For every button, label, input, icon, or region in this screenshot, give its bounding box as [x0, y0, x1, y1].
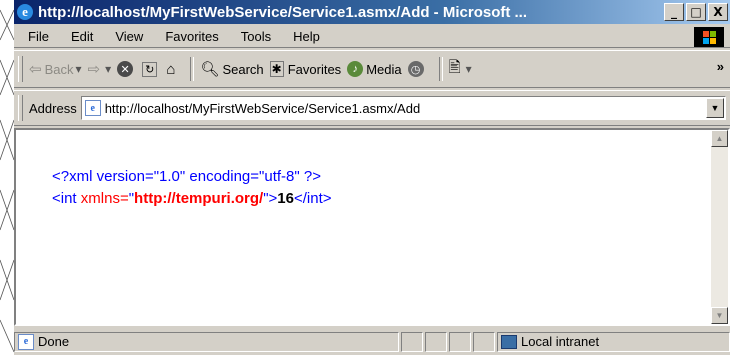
windows-logo-icon: [694, 27, 724, 47]
mail-button[interactable]: 🖹︎ ▾: [449, 57, 472, 82]
toolbar-separator: [190, 57, 195, 81]
status-panel-privacy: [449, 331, 471, 352]
toolbar-overflow-button[interactable]: »: [717, 59, 724, 74]
window-title: http://localhost/MyFirstWebService/Servi…: [38, 3, 528, 21]
forward-button[interactable]: ⇨ ▾: [88, 60, 112, 78]
refresh-button[interactable]: ↻: [142, 61, 160, 77]
status-zone: Local intranet: [521, 334, 600, 349]
toolbar-grip[interactable]: [18, 56, 23, 82]
status-zone-panel: Local intranet: [497, 331, 730, 352]
page-icon: e: [18, 333, 34, 350]
caption-buttons: _ □ X: [664, 3, 728, 21]
vertical-scrollbar[interactable]: ▲ ▼: [711, 130, 728, 324]
status-panel-extra: [473, 331, 495, 352]
address-bar: Address e http://localhost/MyFirstWebSer…: [14, 90, 730, 126]
history-icon: ◷: [407, 61, 424, 77]
mail-icon: 🖹︎: [448, 58, 461, 76]
media-button[interactable]: ♪ Media: [347, 61, 402, 77]
xml-attr-value: http://tempuri.org/: [134, 190, 264, 207]
back-button[interactable]: ⇦ Back ▾: [29, 60, 82, 78]
menu-favorites[interactable]: Favorites: [154, 29, 229, 44]
ie-icon[interactable]: e: [17, 4, 33, 20]
favorites-button[interactable]: ✱ Favorites: [269, 61, 342, 77]
stop-button[interactable]: ✕: [117, 61, 136, 77]
menu-file[interactable]: File: [14, 29, 60, 44]
favorites-icon: ✱: [269, 61, 284, 77]
status-bar: e Done Local intranet: [14, 328, 730, 355]
maximize-button[interactable]: □: [686, 3, 706, 21]
scroll-up-button[interactable]: ▲: [711, 130, 728, 147]
address-grip[interactable]: [18, 95, 23, 121]
scroll-down-button[interactable]: ▼: [711, 307, 728, 324]
chevron-down-icon: ▾: [465, 62, 472, 76]
toolbar-separator: [438, 57, 443, 81]
stop-icon: ✕: [117, 61, 134, 77]
chevron-down-icon: ▾: [75, 62, 82, 76]
search-label: Search: [222, 61, 264, 77]
forward-arrow-icon: ⇨: [87, 61, 101, 78]
chevron-down-icon: ▾: [105, 62, 112, 76]
xml-open-tag: <int: [52, 190, 77, 207]
xml-quote-close: ">: [263, 190, 278, 207]
xml-element-line: <int xmlns="http://tempuri.org/">16</int…: [52, 188, 332, 210]
status-text: Done: [38, 334, 70, 349]
minimize-button[interactable]: _: [664, 3, 684, 21]
search-button[interactable]: 🔍︎ Search: [200, 60, 263, 78]
close-button[interactable]: X: [708, 3, 728, 21]
xml-attr-name: xmlns=: [80, 190, 129, 207]
status-panel-progress: [401, 331, 423, 352]
browser-window: e http://localhost/MyFirstWebService/Ser…: [14, 0, 730, 355]
media-label: Media: [366, 61, 402, 77]
content-area: <?xml version="1.0" encoding="utf-8" ?> …: [14, 128, 730, 326]
menu-bar: File Edit View Favorites Tools Help: [14, 25, 730, 48]
home-icon: ⌂: [166, 60, 176, 78]
back-arrow-icon: ⇦: [29, 61, 42, 78]
favorites-label: Favorites: [287, 61, 342, 77]
zone-icon: [501, 334, 517, 349]
xml-value: 16: [277, 190, 294, 207]
menu-view[interactable]: View: [104, 29, 154, 44]
xml-document: <?xml version="1.0" encoding="utf-8" ?> …: [52, 166, 332, 210]
xml-declaration: <?xml version="1.0" encoding="utf-8" ?>: [52, 168, 321, 185]
media-icon: ♪: [347, 61, 364, 77]
address-label: Address: [29, 100, 77, 116]
address-input[interactable]: e http://localhost/MyFirstWebService/Ser…: [80, 96, 726, 120]
page-icon: e: [84, 100, 101, 116]
title-bar[interactable]: e http://localhost/MyFirstWebService/Ser…: [14, 0, 730, 24]
menu-tools[interactable]: Tools: [230, 29, 282, 44]
address-dropdown-button[interactable]: ▼: [706, 98, 724, 118]
refresh-icon: ↻: [142, 61, 158, 77]
standard-toolbar: ⇦ Back ▾ ⇨ ▾ ✕ ↻ ⌂ 🔍︎ Search ✱ Favorites…: [14, 50, 730, 88]
address-url: http://localhost/MyFirstWebService/Servi…: [104, 100, 421, 116]
menu-help[interactable]: Help: [282, 29, 331, 44]
status-panel-lock: [425, 331, 447, 352]
home-button[interactable]: ⌂: [166, 61, 178, 78]
menu-edit[interactable]: Edit: [60, 29, 104, 44]
search-icon: 🔍︎: [200, 61, 220, 78]
decorative-border: [0, 9, 14, 353]
xml-close-tag: </int>: [293, 190, 332, 207]
status-text-panel: e Done: [14, 331, 399, 352]
history-button[interactable]: ◷: [407, 61, 427, 77]
back-label: Back: [44, 61, 74, 77]
